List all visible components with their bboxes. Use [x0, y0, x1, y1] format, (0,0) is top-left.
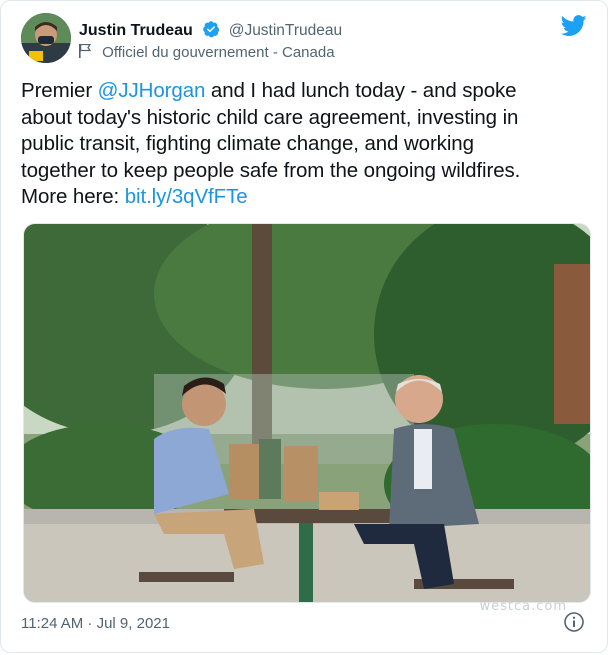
tweet-text-segment: Premier — [21, 79, 98, 102]
info-icon[interactable] — [563, 611, 585, 633]
handle[interactable]: @JustinTrudeau — [229, 22, 342, 39]
tweet-line: about today's historic child care agreem… — [21, 105, 593, 132]
tweet-line: Premier @JJHorgan and I had lunch today … — [21, 78, 593, 105]
government-label-text: Officiel du gouvernement - Canada — [102, 44, 335, 61]
photo-illustration — [24, 224, 590, 602]
tweet-text-segment: and I had lunch today - and spoke — [205, 79, 517, 102]
tweet-text-segment: More here: — [21, 185, 125, 208]
tweet-line: More here: bit.ly/3qVfFTe — [21, 184, 593, 211]
name-row: Justin Trudeau @JustinTrudeau — [79, 20, 342, 40]
tweet-text-segment: about today's historic child care agreem… — [21, 105, 519, 129]
tweet-header: Justin Trudeau @JustinTrudeau Officiel d… — [21, 11, 587, 67]
display-name[interactable]: Justin Trudeau — [79, 22, 193, 39]
flag-icon — [79, 44, 92, 58]
tweet-photo[interactable] — [23, 223, 591, 603]
government-label: Officiel du gouvernement - Canada — [79, 44, 335, 61]
tweet-timestamp[interactable]: 11:24 AM · Jul 9, 2021 — [21, 615, 170, 632]
watermark: westca.com — [479, 599, 567, 614]
avatar[interactable] — [21, 13, 71, 63]
url-link[interactable]: bit.ly/3qVfFTe — [125, 185, 248, 208]
verified-badge-icon — [203, 21, 220, 38]
tweet-text-segment: together to keep people safe from the on… — [21, 158, 521, 182]
twitter-bird-icon[interactable] — [561, 15, 587, 37]
mention-link[interactable]: @JJHorgan — [98, 79, 206, 102]
tweet-text: Premier @JJHorgan and I had lunch today … — [21, 78, 593, 211]
tweet-text-segment: public transit, fighting climate change,… — [21, 132, 474, 155]
tweet-card[interactable]: Justin Trudeau @JustinTrudeau Officiel d… — [0, 0, 608, 653]
tweet-line: together to keep people safe from the on… — [21, 158, 593, 185]
tweet-line: public transit, fighting climate change,… — [21, 131, 593, 158]
